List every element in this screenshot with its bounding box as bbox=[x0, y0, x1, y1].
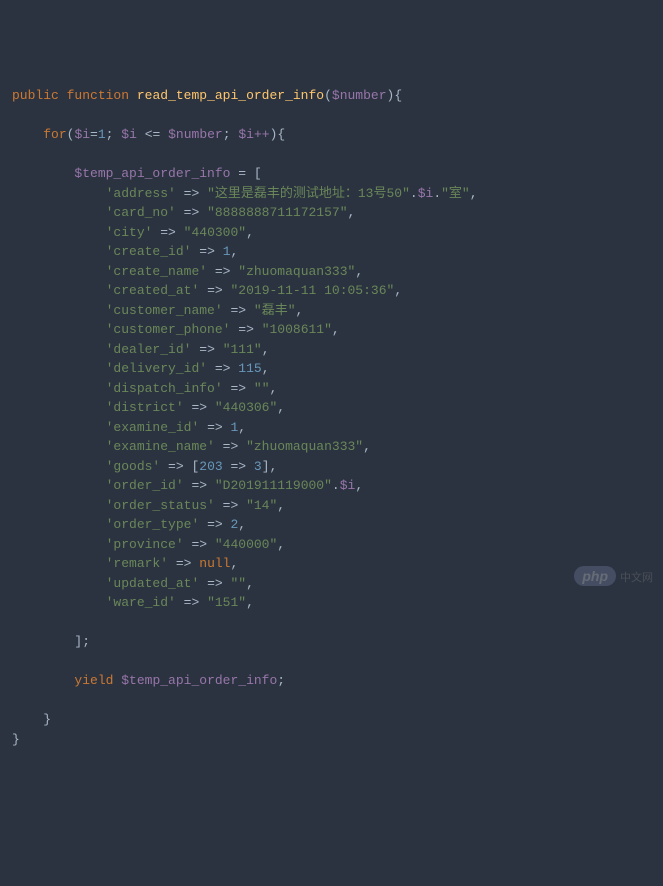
array-key: 'customer_name' bbox=[106, 303, 223, 318]
keyword-for: for bbox=[43, 127, 66, 142]
array-key: 'remark' bbox=[106, 556, 168, 571]
array-key: 'order_id' bbox=[106, 478, 184, 493]
keyword-function: function bbox=[67, 88, 129, 103]
array-key: 'updated_at' bbox=[106, 576, 200, 591]
watermark-cn: 中文网 bbox=[620, 572, 653, 584]
array-key: 'dealer_id' bbox=[106, 342, 192, 357]
array-key: 'customer_phone' bbox=[106, 322, 231, 337]
array-key: 'examine_id' bbox=[106, 420, 200, 435]
array-key: 'card_no' bbox=[106, 205, 176, 220]
param-number: $number bbox=[332, 88, 387, 103]
array-key: 'ware_id' bbox=[106, 595, 176, 610]
keyword-public: public bbox=[12, 88, 59, 103]
function-name: read_temp_api_order_info bbox=[137, 88, 324, 103]
array-key: 'dispatch_info' bbox=[106, 381, 223, 396]
array-key: 'goods' bbox=[106, 459, 161, 474]
watermark-php: php bbox=[574, 566, 616, 586]
array-key: 'address' bbox=[106, 186, 176, 201]
array-key: 'create_name' bbox=[106, 264, 207, 279]
array-key: 'district' bbox=[106, 400, 184, 415]
array-key: 'examine_name' bbox=[106, 439, 215, 454]
keyword-yield: yield bbox=[74, 673, 113, 688]
array-key: 'delivery_id' bbox=[106, 361, 207, 376]
var-temp-api-order-info: $temp_api_order_info bbox=[74, 166, 230, 181]
array-key: 'order_status' bbox=[106, 498, 215, 513]
array-key: 'city' bbox=[106, 225, 153, 240]
watermark: php 中文网 bbox=[567, 547, 653, 588]
array-key: 'created_at' bbox=[106, 283, 200, 298]
code-block: public function read_temp_api_order_info… bbox=[12, 86, 651, 749]
array-key: 'create_id' bbox=[106, 244, 192, 259]
array-key: 'province' bbox=[106, 537, 184, 552]
array-key: 'order_type' bbox=[106, 517, 200, 532]
